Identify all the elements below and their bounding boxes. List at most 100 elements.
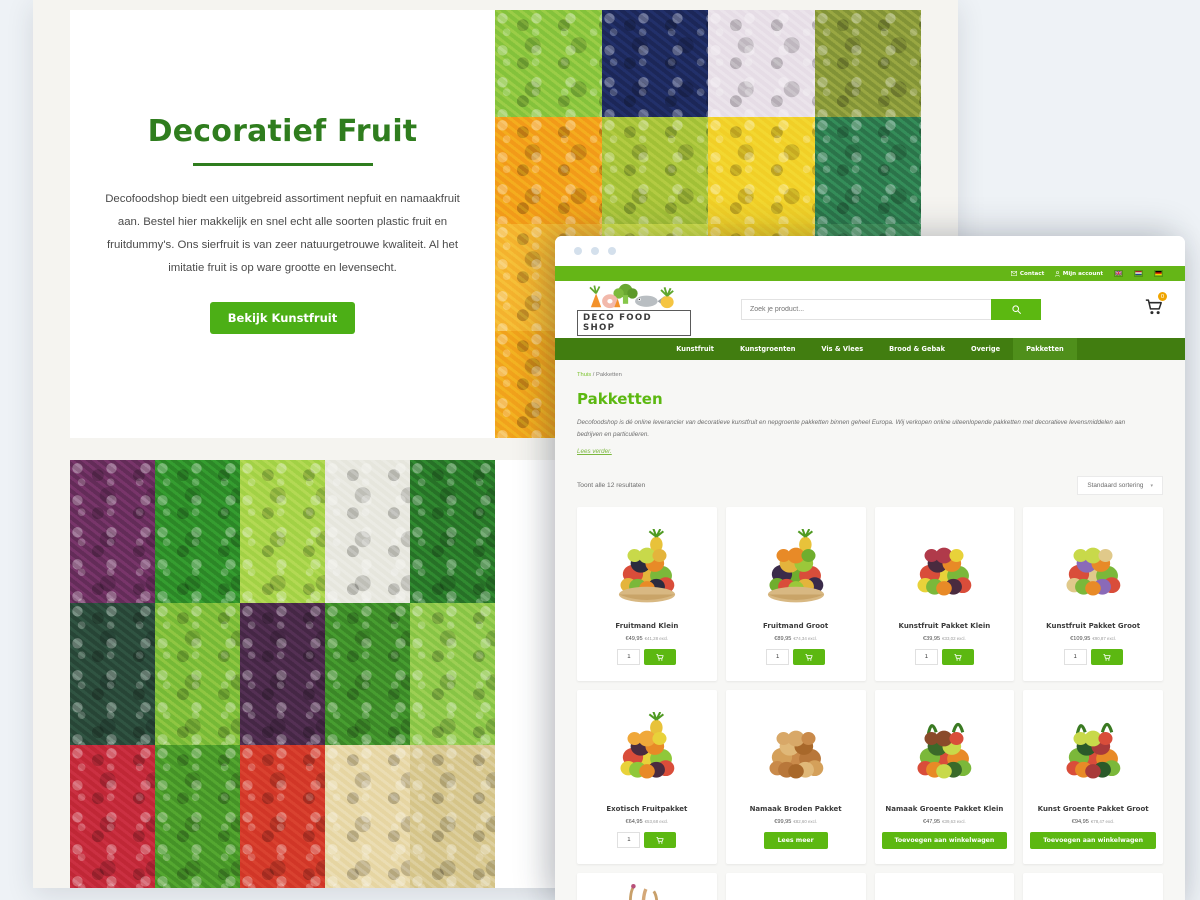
product-card[interactable]	[1023, 873, 1163, 900]
product-card[interactable]	[725, 873, 866, 900]
site-logo[interactable]: DECO FOOD SHOP	[577, 283, 691, 337]
add-to-cart-button[interactable]: Toevoegen aan winkelwagen	[1030, 832, 1156, 850]
promo-text-block: Decoratief Fruit Decofoodshop biedt een …	[70, 10, 495, 438]
nav-item-kunstfruit[interactable]: Kunstfruit	[663, 338, 727, 360]
add-to-cart-button[interactable]	[644, 649, 677, 666]
product-image[interactable]	[584, 699, 710, 803]
product-image[interactable]	[733, 699, 859, 803]
window-minimize-dot[interactable]	[591, 247, 599, 255]
de-flag[interactable]	[1154, 270, 1163, 277]
product-image[interactable]	[584, 516, 710, 620]
produce-tile	[814, 117, 921, 224]
product-actions: Toevoegen aan winkelwagen	[1030, 832, 1156, 850]
nav-item-brood-gebak[interactable]: Brood & Gebak	[876, 338, 958, 360]
nav-item-label: Pakketten	[1026, 345, 1064, 353]
add-to-cart-button[interactable]	[1090, 649, 1123, 666]
product-card[interactable]: Exotisch Fruitpakket €64,95 €53,68 excl.	[577, 690, 717, 865]
quantity-stepper[interactable]	[1063, 649, 1087, 666]
add-to-cart-button[interactable]	[793, 649, 826, 666]
product-name[interactable]: Kunst Groente Pakket Groot	[1038, 805, 1149, 814]
produce-tile	[814, 10, 921, 117]
view-artificial-fruit-button[interactable]: Bekijk Kunstfruit	[209, 301, 356, 334]
product-card[interactable]	[874, 873, 1015, 900]
quantity-stepper[interactable]	[617, 649, 641, 666]
product-card[interactable]: Kunstfruit Pakket Klein €39,95 €33,02 excl…	[874, 507, 1015, 682]
product-grid: Fruitmand Klein €49,95€41,28 excl. Fruitm…	[577, 507, 1163, 900]
cart-area[interactable]: 0	[1091, 292, 1167, 320]
nav-item-kunstgroenten[interactable]: Kunstgroenten	[727, 338, 808, 360]
produce-tile	[240, 460, 325, 603]
produce-tile	[601, 10, 708, 117]
nav-item-pakketten[interactable]: Pakketten	[1013, 338, 1077, 360]
product-name[interactable]: Namaak Broden Pakket	[750, 805, 842, 814]
search-button[interactable]	[991, 299, 1041, 320]
product-card[interactable]: Kunstfruit Pakket Groot €109,95 €90,87 exc…	[1023, 507, 1163, 682]
add-to-cart-button[interactable]: Toevoegen aan winkelwagen	[881, 832, 1008, 850]
page-title: Pakketten	[577, 390, 663, 408]
envelope-icon	[1011, 271, 1018, 276]
search-area	[691, 299, 1091, 320]
product-card[interactable]: Namaak Broden Pakket €99,95 €82,60 excl. Le…	[725, 690, 866, 865]
user-icon	[1055, 270, 1061, 277]
product-price-excl: €90,87 excl.	[1092, 636, 1117, 642]
product-name[interactable]: Kunstfruit Pakket Klein	[899, 622, 991, 631]
nl-flag[interactable]	[1134, 270, 1143, 277]
nav-item-vis-vlees[interactable]: Vis & Vlees	[808, 338, 876, 360]
search-input[interactable]	[741, 299, 991, 320]
nav-item-overige[interactable]: Overige	[958, 338, 1013, 360]
quantity-stepper[interactable]	[914, 649, 938, 666]
produce-texture	[601, 117, 708, 224]
product-name[interactable]: Namaak Groente Pakket Klein	[885, 805, 1003, 814]
product-price-excl: €41,28 excl.	[644, 636, 669, 642]
produce-tile	[708, 10, 815, 117]
read-more-link[interactable]: Lees verder.	[577, 448, 612, 455]
cart-icon	[656, 653, 664, 661]
window-close-dot[interactable]	[574, 247, 582, 255]
product-price-excl: €78,47 excl.	[1090, 819, 1115, 825]
sort-dropdown[interactable]: Standaard sortering ▾	[1077, 476, 1163, 496]
product-price: €99,95 €82,60 excl.	[774, 819, 817, 825]
uk-flag[interactable]	[1114, 270, 1123, 277]
product-card[interactable]: Fruitmand Groot €89,95 €74,34 excl.	[725, 507, 866, 682]
produce-tile	[325, 602, 410, 746]
screenshot-stage: Decoratief Fruit Decofoodshop biedt een …	[0, 0, 1200, 900]
breadcrumb-home[interactable]: Thuis	[577, 372, 591, 378]
product-card[interactable]: Namaak Groente Pakket Klein €47,95 €39,63 …	[874, 690, 1015, 865]
product-image[interactable]	[1030, 516, 1156, 620]
add-to-cart-button[interactable]	[941, 649, 974, 666]
product-image[interactable]	[1030, 699, 1156, 803]
window-maximize-dot[interactable]	[608, 247, 616, 255]
product-name[interactable]: Fruitmand Groot	[763, 622, 828, 631]
product-price-incl: €49,95	[625, 636, 643, 643]
quantity-stepper[interactable]	[617, 832, 641, 849]
product-price-incl: €47,95	[922, 819, 941, 826]
page-intro-text: Decofoodshop is dé online leverancier va…	[577, 419, 1126, 438]
product-image[interactable]	[733, 516, 859, 620]
product-image[interactable]	[584, 882, 710, 900]
product-card[interactable]: Kunst Groente Pakket Groot €94,95 €78,47 e…	[1023, 690, 1163, 865]
produce-texture	[325, 602, 410, 746]
product-name[interactable]: Fruitmand Klein	[615, 622, 678, 631]
produce-tile	[240, 602, 325, 746]
nav-item-label: Kunstfruit	[676, 345, 714, 353]
product-actions: Lees meer	[733, 832, 859, 850]
product-price: €39,95 €33,02 excl.	[923, 636, 966, 642]
product-card[interactable]: Fruitmand Klein €49,95 €41,28 excl.	[577, 507, 717, 682]
produce-texture	[70, 745, 155, 888]
my-account-link[interactable]: Mijn account	[1055, 271, 1103, 277]
read-more-button[interactable]: Lees meer	[763, 832, 828, 850]
contact-link[interactable]: Contact	[1011, 271, 1044, 277]
promo-divider	[192, 163, 373, 167]
add-to-cart-button[interactable]	[644, 832, 677, 849]
produce-texture	[708, 117, 815, 224]
product-price-excl: €53,68 excl.	[644, 819, 669, 825]
product-name[interactable]: Kunstfruit Pakket Groot	[1046, 622, 1140, 631]
product-actions	[584, 649, 710, 666]
product-image[interactable]	[882, 516, 1008, 620]
shopping-cart-icon[interactable]	[1145, 299, 1163, 315]
produce-tile	[155, 460, 240, 603]
product-name[interactable]: Exotisch Fruitpakket	[606, 805, 687, 814]
product-card[interactable]	[577, 873, 717, 900]
quantity-stepper[interactable]	[766, 649, 790, 666]
product-image[interactable]	[882, 699, 1008, 803]
